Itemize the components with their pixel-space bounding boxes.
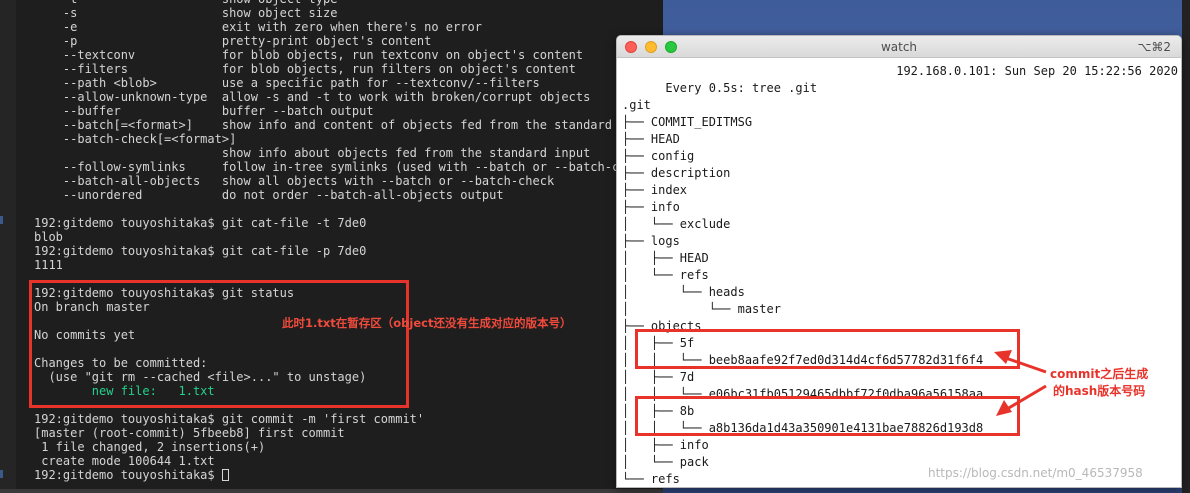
terminal-gutter (0, 0, 16, 493)
terminal-line: -e exit with zero when there's no error (34, 20, 482, 34)
terminal-output: -t show object type -s show object size … (34, 0, 663, 482)
tree-line: ├── logs (622, 234, 680, 248)
annotation-commit-note: commit之后生成 的hash版本号码 (1050, 366, 1148, 400)
terminal-line: --unordered do not order --batch-all-obj… (34, 188, 504, 202)
tree-line: │ ├── info (622, 438, 709, 452)
terminal-prompt-line[interactable]: 192:gitdemo touyoshitaka$ (34, 468, 663, 482)
highlight-object-5f (635, 329, 1020, 369)
highlight-object-8b (635, 396, 1020, 436)
desktop-edge (1182, 0, 1190, 493)
terminal-line: --filters for blob objects, run filters … (34, 62, 576, 76)
tree-line: │ └── exclude (622, 217, 731, 231)
terminal-line: 192:gitdemo touyoshitaka$ git cat-file -… (34, 244, 367, 258)
window-titlebar[interactable]: watch ⌥⌘2 (617, 36, 1181, 58)
tree-line: ├── config (622, 149, 695, 163)
annotation-commit-line2: 的hash版本号码 (1052, 384, 1146, 398)
window-shortcut: ⌥⌘2 (1137, 40, 1171, 54)
tree-line: ├── description (622, 166, 731, 180)
tree-line: │ └── master (622, 302, 781, 316)
terminal-line: --follow-symlinks follow in-tree symlink… (34, 160, 656, 174)
terminal-line: --batch[=<format>] show info and content… (34, 118, 656, 132)
terminal-line: blob (34, 230, 63, 244)
tree-line: ├── HEAD (622, 132, 680, 146)
terminal-line: --batch-check[=<format>] (34, 132, 237, 146)
watch-host-time: 192.168.0.101: Sun Sep 20 15:22:56 2020 (896, 64, 1178, 78)
terminal-line: [master (root-commit) 5fbeeb8] first com… (34, 426, 345, 440)
highlight-git-status (29, 280, 409, 408)
tree-line: ├── index (622, 183, 688, 197)
window-title: watch (880, 40, 918, 54)
watch-header: Every 0.5s: tree .git 192.168.0.101: Sun… (622, 63, 1178, 95)
tree-line: ├── COMMIT_EDITMSG (622, 115, 753, 129)
gutter-marker (0, 216, 3, 224)
tree-line: ├── info (622, 200, 680, 214)
terminal-status-strip (0, 489, 663, 493)
watch-command: Every 0.5s: tree .git (665, 81, 818, 95)
terminal-line: --allow-unknown-type allow -s and -t to … (34, 90, 591, 104)
tree-line: │ └── refs (622, 268, 709, 282)
terminal-line: 192:gitdemo touyoshitaka$ git commit -m … (34, 412, 425, 426)
terminal-line: show info about objects fed from the sta… (34, 146, 591, 160)
tree-line: │ └── heads (622, 285, 745, 299)
annotation-commit-line1: commit之后生成 (1050, 367, 1149, 381)
annotation-staging-note: 此时1.txt在暂存区（object还没有生成对应的版本号） (282, 316, 572, 330)
terminal-prompt: 192:gitdemo touyoshitaka$ (34, 468, 222, 482)
terminal-line: -s show object size (34, 6, 338, 20)
tree-line: │ ├── HEAD (622, 251, 709, 265)
tree-line: .git (622, 98, 651, 112)
terminal-line: --buffer buffer --batch output (34, 104, 374, 118)
terminal-line: 1 file changed, 2 insertions(+) (34, 440, 266, 454)
terminal-line: --path <blob> use a specific path for --… (34, 76, 540, 90)
terminal-line: 1111 (34, 258, 63, 272)
terminal-line: create mode 100644 1.txt (34, 454, 215, 468)
terminal-line: --batch-all-objects show all objects wit… (34, 174, 555, 188)
watermark: https://blog.csdn.net/m0_46537958 (928, 466, 1143, 480)
terminal-line: --textconv for blob objects, run textcon… (34, 48, 584, 62)
terminal-line: 192:gitdemo touyoshitaka$ git cat-file -… (34, 216, 367, 230)
terminal-cursor (221, 469, 229, 481)
terminal-line: -p pretty-print object's content (34, 34, 432, 48)
terminal-window[interactable]: -t show object type -s show object size … (0, 0, 663, 493)
gutter-marker (0, 470, 3, 478)
